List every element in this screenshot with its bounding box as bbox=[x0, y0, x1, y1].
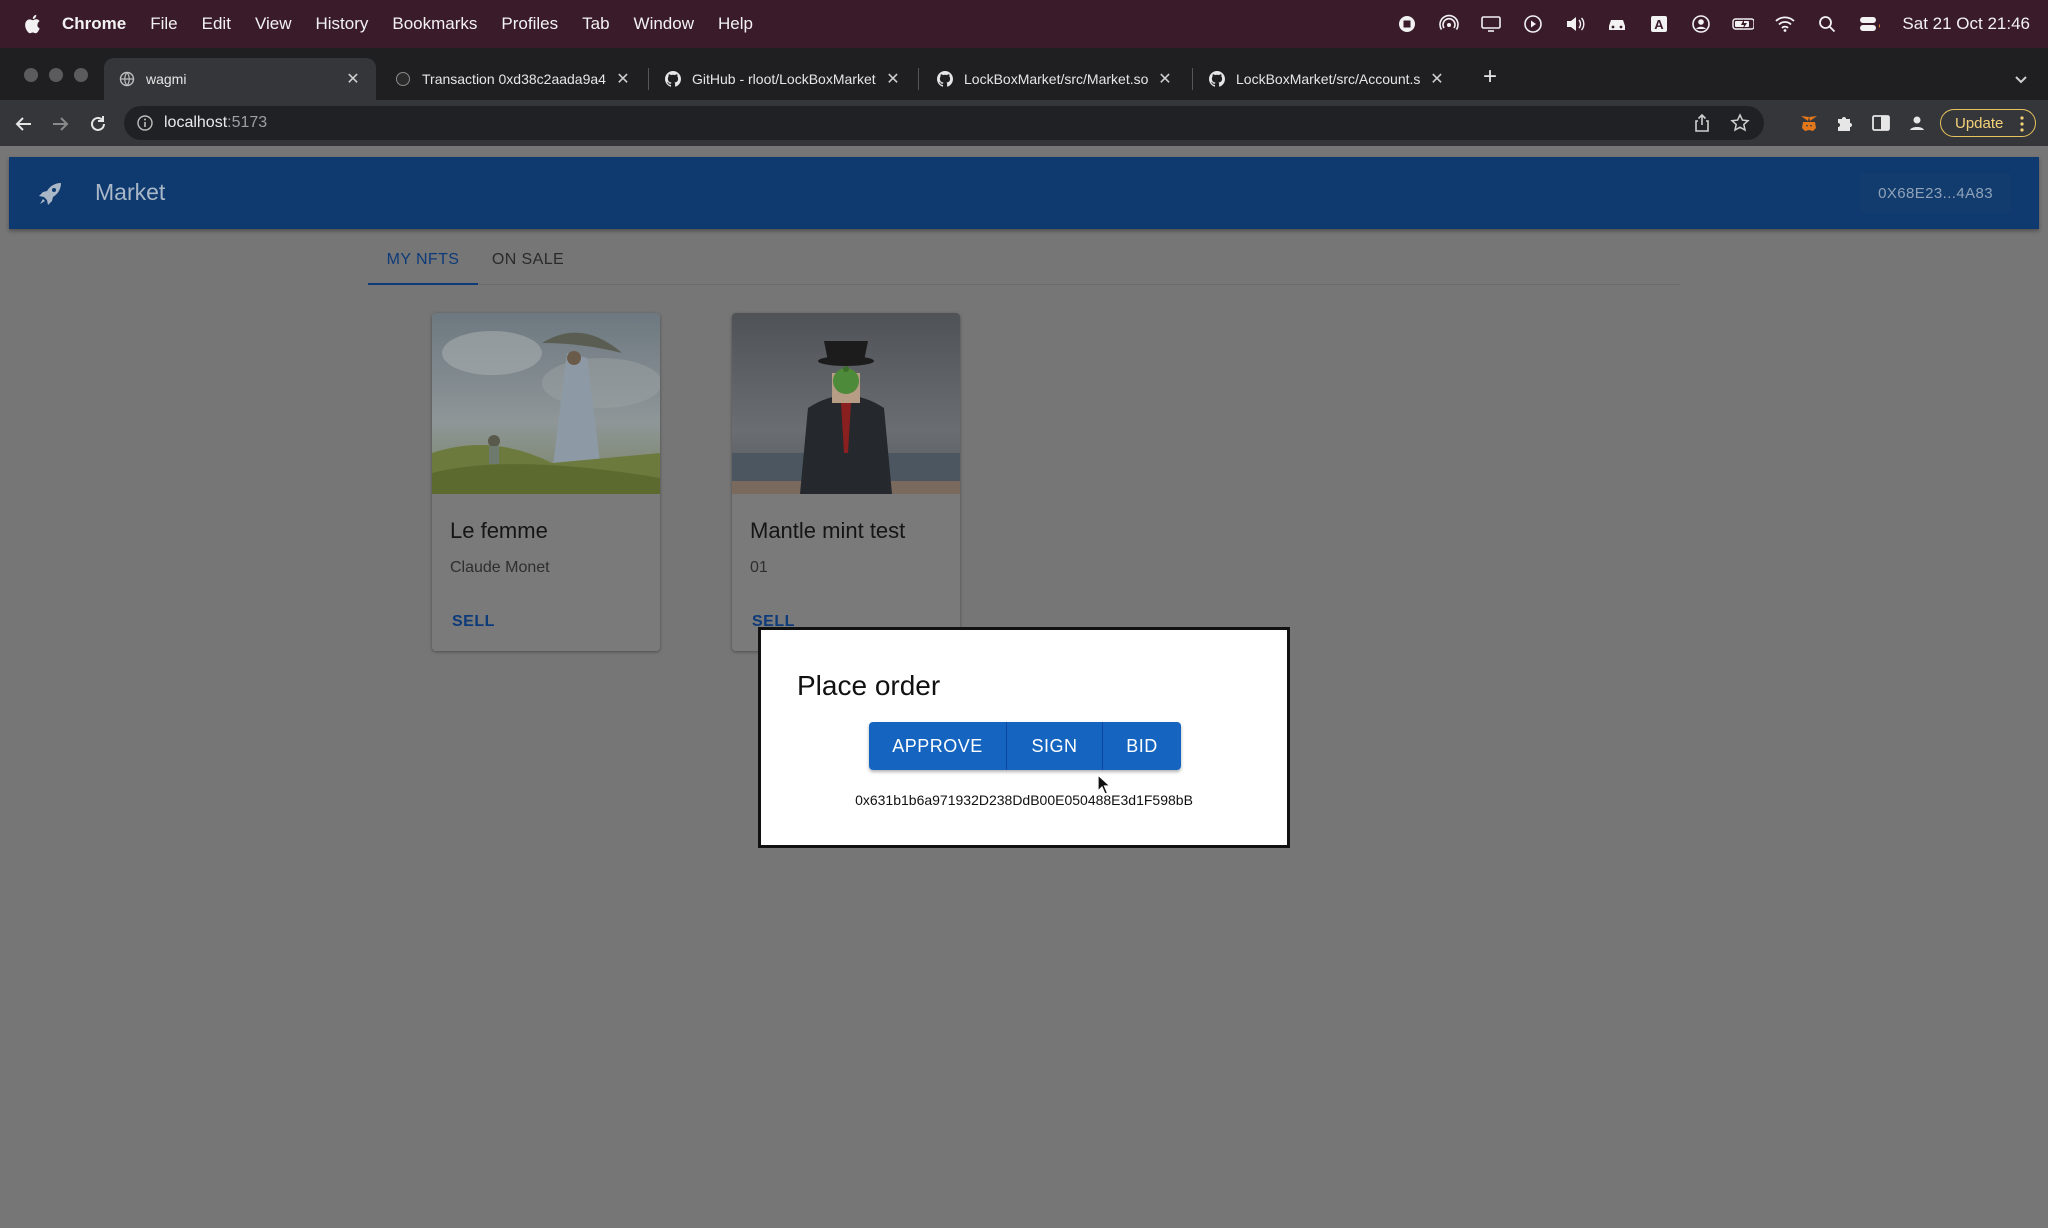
tab-separator bbox=[648, 68, 649, 90]
minimize-window-icon[interactable] bbox=[49, 68, 63, 82]
url-host: localhost bbox=[164, 114, 228, 131]
input-source-icon[interactable]: A bbox=[1648, 13, 1670, 35]
etherscan-icon bbox=[394, 70, 412, 88]
nft-title: Le femme bbox=[450, 518, 548, 543]
menu-edit[interactable]: Edit bbox=[202, 14, 231, 34]
tab-separator bbox=[1192, 68, 1193, 90]
menu-history[interactable]: History bbox=[315, 14, 368, 34]
url-port: :5173 bbox=[227, 114, 268, 131]
nft-image-le-femme bbox=[432, 313, 660, 494]
browser-tab-account-sol[interactable]: LockBoxMarket/src/Account.sol ✕ bbox=[1194, 58, 1460, 100]
mouse-cursor-icon bbox=[1097, 773, 1112, 796]
menu-help[interactable]: Help bbox=[718, 14, 753, 34]
zoom-window-icon[interactable] bbox=[74, 68, 88, 82]
tab-title: Transaction 0xd38c2aada9a4 bbox=[422, 71, 606, 87]
order-address: 0x631b1b6a971932D238DdB00E050488E3d1F598… bbox=[855, 792, 1193, 808]
now-playing-icon[interactable] bbox=[1522, 13, 1544, 35]
url-text: localhost:5173 bbox=[164, 114, 267, 132]
share-icon[interactable] bbox=[1692, 113, 1712, 138]
more-menu-icon[interactable] bbox=[2019, 115, 2025, 137]
wifi-icon[interactable] bbox=[1774, 13, 1796, 35]
app-header: Market 0X68E23...4A83 bbox=[9, 157, 2039, 229]
active-tab-indicator bbox=[368, 283, 478, 285]
bid-button[interactable]: BID bbox=[1103, 722, 1181, 770]
menu-file[interactable]: File bbox=[150, 14, 177, 34]
tab-my-nfts[interactable]: MY NFTS bbox=[368, 235, 478, 285]
menu-profiles[interactable]: Profiles bbox=[501, 14, 558, 34]
app-brand-title[interactable]: Market bbox=[95, 179, 165, 206]
tab-title: LockBoxMarket/src/Account.sol bbox=[1236, 71, 1420, 87]
macos-menu-bar: Chrome File Edit View History Bookmarks … bbox=[0, 0, 2048, 48]
tab-search-chevron-icon[interactable] bbox=[2010, 68, 2032, 90]
spotlight-search-icon[interactable] bbox=[1816, 13, 1838, 35]
browser-tab-strip: wagmi ✕ Transaction 0xd38c2aada9a4 ✕ Git… bbox=[0, 48, 2048, 100]
control-center-icon[interactable] bbox=[1858, 13, 1881, 35]
browser-tab-transaction[interactable]: Transaction 0xd38c2aada9a4 ✕ bbox=[380, 58, 646, 100]
airdrop-icon[interactable] bbox=[1438, 13, 1460, 35]
menu-bookmarks[interactable]: Bookmarks bbox=[392, 14, 477, 34]
volume-icon[interactable] bbox=[1564, 13, 1586, 35]
wallet-address-button[interactable]: 0X68E23...4A83 bbox=[1860, 173, 2011, 213]
browser-toolbar: localhost:5173 Update bbox=[0, 100, 2048, 146]
browser-tab-wagmi[interactable]: wagmi ✕ bbox=[104, 58, 376, 100]
menu-window[interactable]: Window bbox=[634, 14, 694, 34]
battery-icon[interactable] bbox=[1732, 13, 1755, 35]
close-tab-icon[interactable]: ✕ bbox=[614, 70, 632, 88]
close-tab-icon[interactable]: ✕ bbox=[884, 70, 902, 88]
metamask-fox-icon[interactable] bbox=[1798, 112, 1820, 134]
window-controls bbox=[24, 68, 88, 82]
user-account-icon[interactable] bbox=[1690, 13, 1712, 35]
site-info-icon[interactable] bbox=[136, 114, 154, 132]
update-label: Update bbox=[1955, 114, 2004, 132]
close-window-icon[interactable] bbox=[24, 68, 38, 82]
menubar-clock[interactable]: Sat 21 Oct 21:46 bbox=[1902, 14, 2030, 34]
menu-tab[interactable]: Tab bbox=[582, 14, 609, 34]
browser-tab-market-sol[interactable]: LockBoxMarket/src/Market.sol ✕ bbox=[922, 58, 1188, 100]
tab-title: LockBoxMarket/src/Market.sol bbox=[964, 71, 1148, 87]
nft-subtitle: 01 bbox=[750, 559, 768, 576]
nft-card: Mantle mint test 01 SELL bbox=[732, 313, 960, 651]
side-panel-icon[interactable] bbox=[1870, 112, 1892, 134]
globe-icon bbox=[118, 70, 136, 88]
chrome-update-button[interactable]: Update bbox=[1940, 109, 2036, 137]
apple-icon[interactable] bbox=[22, 13, 42, 35]
tab-title: wagmi bbox=[146, 71, 187, 87]
close-tab-icon[interactable]: ✕ bbox=[1428, 70, 1446, 88]
svg-text:A: A bbox=[1655, 17, 1665, 32]
app-tabs: MY NFTS ON SALE bbox=[368, 235, 1680, 285]
screen-record-icon[interactable] bbox=[1396, 13, 1418, 35]
nft-card: Le femme Claude Monet SELL bbox=[432, 313, 660, 651]
tab-separator bbox=[918, 68, 919, 90]
nft-subtitle: Claude Monet bbox=[450, 559, 550, 576]
tab-title: GitHub - rloot/LockBoxMarket bbox=[692, 71, 876, 87]
dialog-title: Place order bbox=[797, 670, 941, 701]
address-bar[interactable]: localhost:5173 bbox=[124, 106, 1764, 140]
github-icon bbox=[936, 70, 954, 88]
display-icon[interactable] bbox=[1480, 13, 1502, 35]
menu-view[interactable]: View bbox=[255, 14, 292, 34]
browser-tab-github-repo[interactable]: GitHub - rloot/LockBoxMarket ✕ bbox=[650, 58, 916, 100]
profile-icon[interactable] bbox=[1906, 112, 1928, 134]
new-tab-button[interactable]: + bbox=[1478, 65, 1502, 90]
forward-arrow-icon[interactable] bbox=[48, 112, 72, 136]
sign-button[interactable]: SIGN bbox=[1007, 722, 1103, 770]
order-button-group: APPROVE SIGN BID bbox=[869, 722, 1181, 770]
back-arrow-icon[interactable] bbox=[12, 112, 36, 136]
tab-on-sale[interactable]: ON SALE bbox=[478, 235, 578, 285]
menu-app-name[interactable]: Chrome bbox=[62, 14, 126, 34]
nft-title: Mantle mint test bbox=[750, 518, 906, 543]
close-tab-icon[interactable]: ✕ bbox=[344, 70, 362, 88]
approve-button[interactable]: APPROVE bbox=[869, 722, 1007, 770]
sell-button[interactable]: SELL bbox=[452, 613, 495, 631]
github-icon bbox=[664, 70, 682, 88]
reload-icon[interactable] bbox=[86, 112, 110, 136]
car-icon[interactable] bbox=[1606, 13, 1628, 35]
github-icon bbox=[1208, 70, 1226, 88]
bookmark-star-icon[interactable] bbox=[1730, 113, 1750, 138]
extensions-puzzle-icon[interactable] bbox=[1834, 112, 1856, 134]
place-order-dialog: Place order APPROVE SIGN BID 0x631b1b6a9… bbox=[758, 627, 1290, 848]
close-tab-icon[interactable]: ✕ bbox=[1156, 70, 1174, 88]
nft-image-mantle-mint-test bbox=[732, 313, 960, 494]
rocket-icon bbox=[37, 181, 63, 207]
